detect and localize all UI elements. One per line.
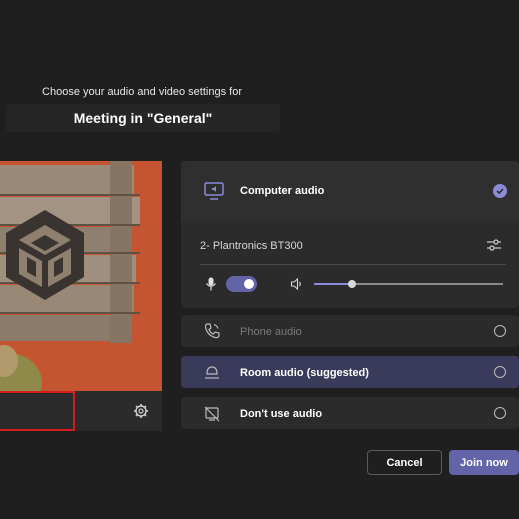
setup-subtitle: Choose your audio and video settings for bbox=[42, 86, 242, 98]
no-audio-option[interactable] bbox=[181, 397, 519, 429]
microphone-icon bbox=[205, 277, 217, 291]
phone-audio-radio[interactable] bbox=[494, 325, 506, 337]
device-settings-icon[interactable] bbox=[130, 400, 152, 422]
cancel-button-label: Cancel bbox=[386, 456, 423, 469]
computer-audio-label: Computer audio bbox=[240, 185, 325, 197]
video-preview bbox=[0, 161, 162, 391]
microphone-toggle[interactable] bbox=[226, 276, 257, 292]
room-audio-radio[interactable] bbox=[494, 366, 506, 378]
no-audio-radio[interactable] bbox=[494, 407, 506, 419]
phone-audio-option[interactable] bbox=[181, 315, 519, 347]
join-now-button[interactable]: Join now bbox=[449, 450, 519, 475]
meeting-title-text: Meeting in "General" bbox=[73, 110, 213, 126]
join-now-button-label: Join now bbox=[460, 456, 508, 469]
selected-check-icon bbox=[493, 184, 507, 198]
room-audio-icon bbox=[203, 364, 221, 382]
highlight-box bbox=[0, 391, 75, 431]
speaker-icon bbox=[290, 277, 304, 291]
cancel-button[interactable]: Cancel bbox=[367, 450, 442, 475]
room-audio-label: Room audio (suggested) bbox=[240, 367, 369, 379]
computer-audio-option[interactable] bbox=[181, 161, 519, 221]
audio-device-name[interactable]: 2- Plantronics BT300 bbox=[200, 240, 303, 252]
volume-slider-fill bbox=[314, 283, 352, 285]
device-adjust-icon[interactable] bbox=[486, 237, 502, 253]
no-audio-label: Don't use audio bbox=[240, 408, 323, 420]
camera-feed-image bbox=[0, 161, 162, 391]
computer-audio-icon bbox=[203, 180, 225, 202]
toggle-knob bbox=[244, 279, 254, 289]
volume-slider-thumb[interactable] bbox=[348, 280, 356, 288]
phone-icon bbox=[203, 322, 221, 340]
meeting-title: Meeting in "General" bbox=[6, 104, 280, 132]
phone-audio-label: Phone audio bbox=[240, 326, 302, 338]
divider bbox=[200, 264, 506, 265]
no-audio-icon bbox=[203, 405, 221, 423]
